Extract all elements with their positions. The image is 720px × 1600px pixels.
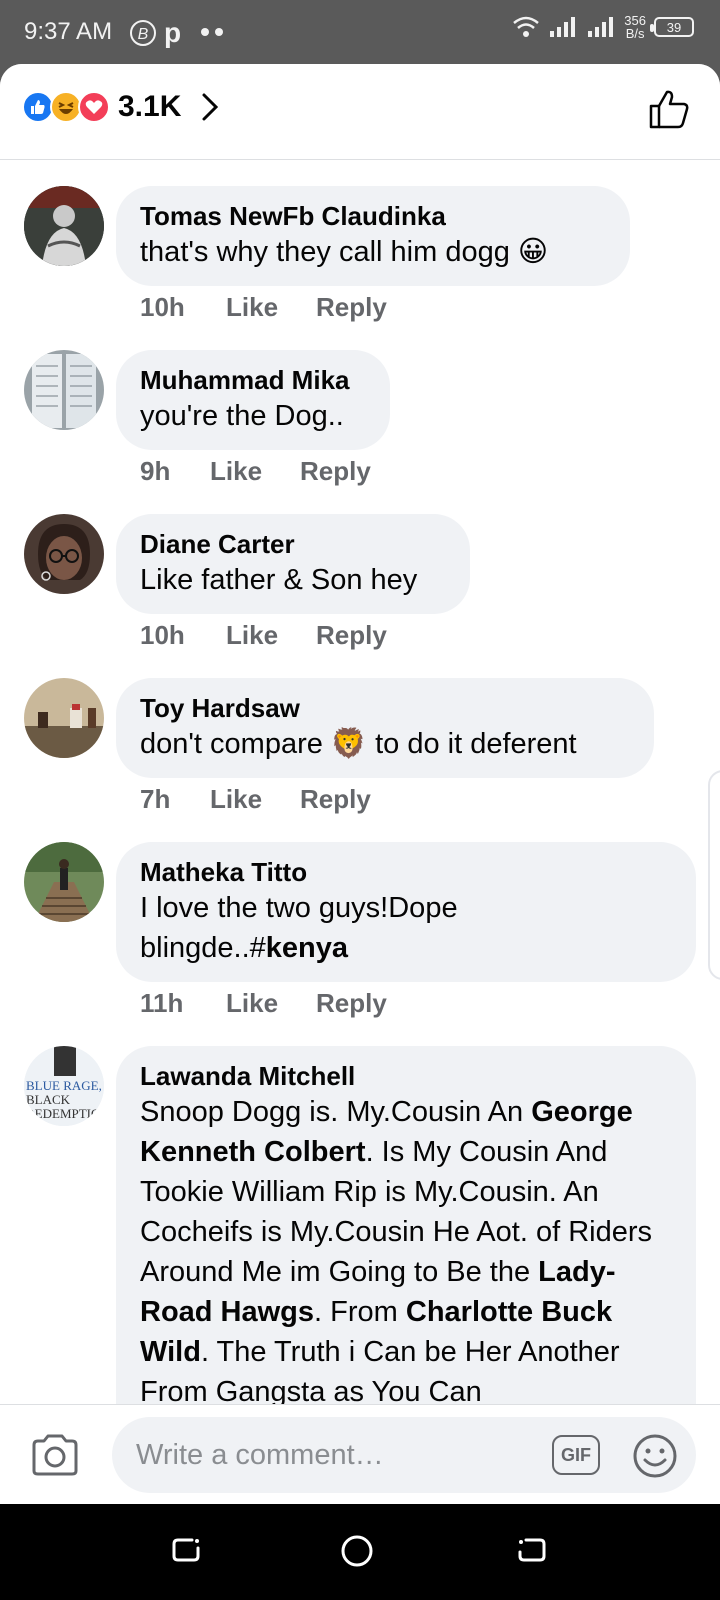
comment-bubble[interactable]: Toy Hardsaw don't compare 🦁 to do it def… bbox=[116, 678, 654, 778]
avatar-text-line3: REDEMPTION bbox=[26, 1106, 104, 1121]
comment-text: that's why they call him dogg 😀 bbox=[140, 236, 549, 268]
comment-time: 7h bbox=[140, 784, 171, 814]
comment-time: 9h bbox=[140, 456, 171, 486]
comment-reply-button[interactable]: Reply bbox=[300, 456, 371, 487]
comment-actions: 7h Like Reply bbox=[140, 784, 371, 815]
comment-like-button[interactable]: Like bbox=[226, 988, 316, 1019]
reactions-header: 3.1K bbox=[0, 64, 720, 160]
comment-text-part: . The Truth i Can be Her Another From Ga… bbox=[140, 1336, 620, 1404]
recents-icon[interactable] bbox=[170, 1534, 202, 1566]
status-time: 9:37 AM bbox=[24, 18, 113, 45]
avatar-text-line2: BLACK bbox=[26, 1092, 71, 1107]
comment-actions: 9h Like Reply bbox=[140, 456, 371, 487]
comment-bubble[interactable]: Matheka Titto I love the two guys!Dope b… bbox=[116, 842, 696, 982]
wifi-icon bbox=[513, 16, 540, 37]
battery-level: 39 bbox=[666, 19, 682, 35]
reactions-summary[interactable]: 3.1K bbox=[22, 90, 219, 124]
comment-author[interactable]: Toy Hardsaw bbox=[140, 692, 630, 724]
comment-input[interactable] bbox=[112, 1417, 696, 1493]
comment-text-part: Snoop Dogg is. My.Cousin An bbox=[140, 1096, 532, 1128]
comment-text: Snoop Dogg is. My.Cousin An George Kenne… bbox=[140, 1092, 672, 1404]
system-nav-bar bbox=[0, 1504, 720, 1600]
comment-actions: 10h Like Reply bbox=[140, 292, 387, 323]
status-bar: 9:37 AM B p 356 B/s 39 bbox=[0, 0, 720, 64]
comment-time: 10h bbox=[140, 620, 185, 650]
avatar[interactable] bbox=[24, 186, 104, 266]
like-outline-button[interactable] bbox=[648, 88, 690, 130]
love-reaction-icon bbox=[78, 91, 110, 123]
home-icon[interactable] bbox=[340, 1534, 374, 1568]
comment-time: 10h bbox=[140, 292, 185, 322]
avatar[interactable] bbox=[24, 842, 104, 922]
comment-bubble[interactable]: Muhammad Mika you're the Dog.. bbox=[116, 350, 390, 450]
comment-author[interactable]: Muhammad Mika bbox=[140, 364, 366, 396]
comment-author[interactable]: Tomas NewFb Claudinka bbox=[140, 200, 606, 232]
more-notifications-icon bbox=[201, 28, 223, 36]
back-icon[interactable] bbox=[516, 1534, 548, 1566]
comments-sheet: 3.1K Tomas NewFb Claudinka that's why th… bbox=[0, 64, 720, 1504]
svg-text:p: p bbox=[164, 18, 181, 48]
comment-author[interactable]: Lawanda Mitchell bbox=[140, 1060, 672, 1092]
comment-reply-button[interactable]: Reply bbox=[316, 620, 387, 651]
net-speed: 356 B/s bbox=[624, 14, 646, 40]
svg-text:B: B bbox=[138, 26, 149, 43]
b-circle-icon: B bbox=[130, 20, 156, 46]
comment-like-button[interactable]: Like bbox=[210, 784, 300, 815]
comment-text: don't compare 🦁 to do it deferent bbox=[140, 728, 577, 760]
status-right: 356 B/s 39 bbox=[512, 14, 694, 40]
battery-icon: 39 bbox=[650, 17, 694, 37]
comment-like-button[interactable]: Like bbox=[226, 292, 316, 323]
camera-icon[interactable] bbox=[30, 1433, 80, 1477]
comment-author[interactable]: Matheka Titto bbox=[140, 856, 672, 888]
comment-composer: GIF bbox=[0, 1404, 720, 1504]
scroll-handle[interactable] bbox=[708, 770, 720, 980]
avatar[interactable] bbox=[24, 678, 104, 758]
avatar[interactable] bbox=[24, 514, 104, 594]
comment-like-button[interactable]: Like bbox=[226, 620, 316, 651]
comment-text: you're the Dog.. bbox=[140, 400, 344, 432]
comment-author[interactable]: Diane Carter bbox=[140, 528, 446, 560]
comments-list: Tomas NewFb Claudinka that's why they ca… bbox=[0, 160, 720, 1404]
p-app-icon: p bbox=[164, 18, 181, 48]
reaction-count: 3.1K bbox=[118, 90, 182, 123]
signal-icon bbox=[550, 17, 576, 37]
avatar[interactable] bbox=[24, 350, 104, 430]
comment-bubble[interactable]: Lawanda Mitchell Snoop Dogg is. My.Cousi… bbox=[116, 1046, 696, 1404]
net-speed-unit: B/s bbox=[625, 26, 645, 41]
comment-bubble[interactable]: Diane Carter Like father & Son hey bbox=[116, 514, 470, 614]
avatar-text-line1: BLUE RAGE, bbox=[26, 1078, 102, 1093]
comment-text: I love the two guys!Dope blingde..#kenya bbox=[140, 888, 672, 968]
emoji-icon[interactable] bbox=[632, 1433, 678, 1479]
comment-like-button[interactable]: Like bbox=[210, 456, 300, 487]
chevron-right-icon bbox=[202, 93, 219, 121]
comment-time: 11h bbox=[140, 988, 184, 1018]
hashtag-link[interactable]: kenya bbox=[266, 932, 348, 964]
comment-bubble[interactable]: Tomas NewFb Claudinka that's why they ca… bbox=[116, 186, 630, 286]
comment-reply-button[interactable]: Reply bbox=[300, 784, 371, 815]
avatar[interactable]: BLUE RAGE, BLACK REDEMPTION bbox=[24, 1046, 104, 1126]
gif-button[interactable]: GIF bbox=[552, 1435, 600, 1475]
signal-icon-2 bbox=[588, 17, 614, 37]
comment-actions: 10h Like Reply bbox=[140, 620, 387, 651]
comment-text: Like father & Son hey bbox=[140, 564, 418, 596]
comment-actions: 11h Like Reply bbox=[140, 988, 387, 1019]
comment-text-part: . From bbox=[314, 1296, 406, 1328]
comment-reply-button[interactable]: Reply bbox=[316, 988, 387, 1019]
comment-reply-button[interactable]: Reply bbox=[316, 292, 387, 323]
